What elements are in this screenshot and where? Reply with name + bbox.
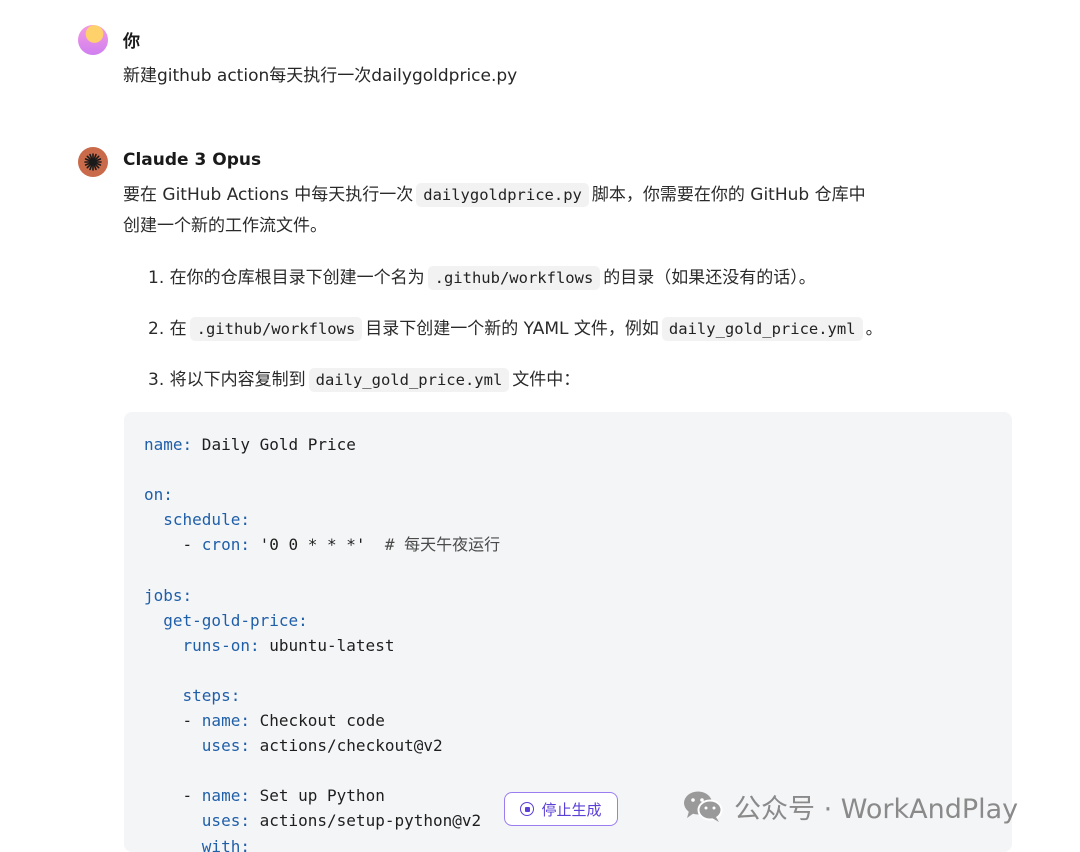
user-message: 新建github action每天执行一次dailygoldprice.py [123,61,517,86]
code-key: cron: [202,535,250,554]
inline-code: daily_gold_price.yml [662,317,863,341]
claude-avatar [78,147,108,177]
user-avatar [78,25,108,55]
step-text: 文件中： [512,370,580,390]
watermark-text: 公众号 · WorkAndPlay [734,787,1018,826]
code-key: get-gold-price: [163,611,308,630]
step-text: 。 [866,319,883,339]
stop-button-label: 停止生成 [541,799,601,820]
step-text: 的目录（如果还没有的话）。 [603,268,816,288]
intro-text: 脚本，你需要在你的 GitHub 仓库中 [592,185,866,205]
code-key: name: [202,711,250,730]
intro-text: 创建一个新的工作流文件。 [123,216,327,236]
code-value: Set up Python [250,786,385,805]
code-key: name: [202,786,250,805]
stop-icon [520,802,534,816]
wechat-icon [682,789,724,823]
step-text: 目录下创建一个新的 YAML 文件，例如 [365,319,659,339]
code-comment: # 每天午夜运行 [366,535,501,554]
step-text: 在你的仓库根目录下创建一个名为 [170,268,425,288]
step-number: 2. [148,319,164,339]
step-item: 1. 在你的仓库根目录下创建一个名为.github/workflows的目录（如… [148,263,816,288]
watermark: 公众号 · WorkAndPlay [682,786,1018,826]
code-key: with: [202,837,250,852]
step-text: 将以下内容复制到 [170,370,306,390]
code-dash: - [183,786,202,805]
yaml-code: name: Daily Gold Price on: schedule: - c… [144,432,500,852]
inline-code: .github/workflows [428,266,601,290]
code-value: ubuntu-latest [260,636,395,655]
intro-text: 要在 GitHub Actions 中每天执行一次 [123,185,413,205]
code-dash: - [183,535,202,554]
inline-code: dailygoldprice.py [416,183,589,207]
code-key: steps: [183,686,241,705]
inline-code: .github/workflows [190,317,363,341]
code-key: schedule: [163,510,250,529]
inline-code: daily_gold_price.yml [309,368,510,392]
code-key: uses: [202,811,250,830]
code-value: Daily Gold Price [192,435,356,454]
code-key: runs-on: [183,636,260,655]
step-number: 3. [148,370,164,390]
claude-starburst-icon [83,152,103,172]
assistant-name: Claude 3 Opus [123,150,261,170]
code-value: actions/setup-python@v2 [250,811,481,830]
code-dash: - [183,711,202,730]
code-key: name: [144,435,192,454]
code-key: jobs: [144,586,192,605]
code-value: actions/checkout@v2 [250,736,443,755]
step-item: 3. 将以下内容复制到daily_gold_price.yml文件中： [148,365,580,390]
code-key: on: [144,485,173,504]
code-key: uses: [202,736,250,755]
code-value: Checkout code [250,711,385,730]
step-item: 2. 在.github/workflows目录下创建一个新的 YAML 文件，例… [148,314,883,339]
code-value: '0 0 * * *' [250,535,366,554]
step-number: 1. [148,268,164,288]
user-name: 你 [123,27,140,52]
assistant-intro: 要在 GitHub Actions 中每天执行一次dailygoldprice.… [123,180,1003,242]
stop-generating-button[interactable]: 停止生成 [504,792,618,826]
step-text: 在 [170,319,187,339]
